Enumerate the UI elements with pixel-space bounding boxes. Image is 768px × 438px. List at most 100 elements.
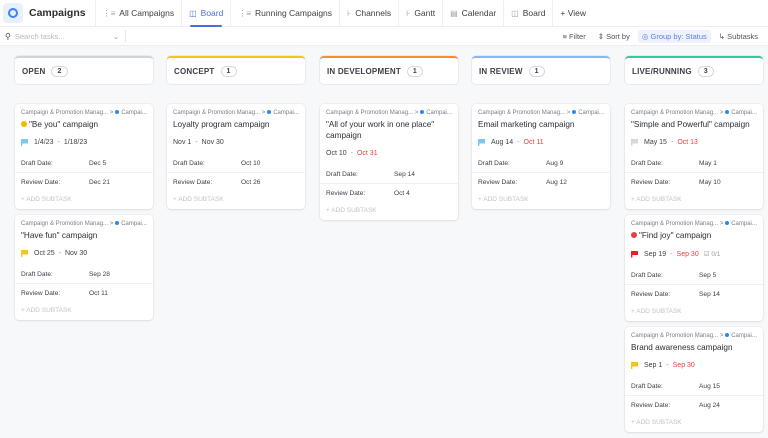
review-date-field[interactable]: Review Date:Aug 24: [625, 396, 763, 415]
breadcrumb-list: Campai...: [426, 110, 452, 116]
priority-flag-icon[interactable]: [478, 139, 485, 146]
breadcrumb[interactable]: Campaign & Promotion Manag... >Campai...: [625, 215, 763, 227]
breadcrumb[interactable]: Campaign & Promotion Manag... >Campai...: [167, 104, 305, 116]
task-title[interactable]: "All of your work in one place" campaign: [326, 119, 452, 141]
list-icon: ⋮≡: [103, 9, 116, 18]
task-card[interactable]: Campaign & Promotion Manag... >Campai...…: [320, 104, 458, 220]
priority-flag-icon[interactable]: [21, 139, 28, 146]
due-date: Nov 30: [65, 250, 87, 257]
date-range[interactable]: Sep 19- Sep 30 ☑ 0/1: [625, 241, 763, 258]
column-header[interactable]: IN DEVELOPMENT 1: [320, 56, 458, 84]
draft-date-field[interactable]: Draft Date:Dec 5: [15, 154, 153, 173]
draft-date-label: Draft Date:: [173, 160, 205, 167]
task-card[interactable]: Campaign & Promotion Manag... >Campai...…: [625, 104, 763, 209]
add-subtask-button[interactable]: + ADD SUBTASK: [167, 192, 305, 209]
draft-date-field[interactable]: Draft Date:May 1: [625, 154, 763, 173]
date-range[interactable]: Oct 10- Oct 31: [320, 141, 458, 157]
review-date-field[interactable]: Review Date:Dec 21: [15, 173, 153, 192]
task-title[interactable]: "Be you" campaign: [29, 119, 98, 130]
task-title[interactable]: Email marketing campaign: [478, 119, 574, 130]
date-range[interactable]: May 15- Oct 13: [625, 130, 763, 146]
review-date-value: Aug 24: [699, 402, 757, 409]
review-date-field[interactable]: Review Date:Oct 11: [15, 284, 153, 303]
priority-flag-icon[interactable]: [21, 250, 28, 257]
chevron-down-icon[interactable]: ⌄: [113, 32, 119, 41]
column-header[interactable]: LIVE/RUNNING 3: [625, 56, 763, 84]
date-range[interactable]: 1/4/23- 1/18/23: [15, 130, 153, 146]
column-count: 3: [698, 66, 714, 77]
start-date: May 15: [644, 139, 667, 146]
task-title[interactable]: "Simple and Powerful" campaign: [631, 119, 750, 130]
tab-gantt[interactable]: ⊦Gantt: [398, 0, 442, 27]
tab-board[interactable]: ◫Board: [181, 0, 230, 27]
group-by-button[interactable]: ◎ Group by: Status: [638, 30, 711, 43]
breadcrumb[interactable]: Campaign & Promotion Manag... >Campai...: [15, 104, 153, 116]
draft-date-field[interactable]: Draft Date:Sep 14: [320, 165, 458, 184]
draft-date-field[interactable]: Draft Date:Oct 10: [167, 154, 305, 173]
review-date-field[interactable]: Review Date:Oct 4: [320, 184, 458, 203]
list-icon: ⋮≡: [238, 9, 251, 18]
breadcrumb[interactable]: Campaign & Promotion Manag... >Campai...: [472, 104, 610, 116]
column-header[interactable]: CONCEPT 1: [167, 56, 305, 84]
tab-channels[interactable]: ⊦Channels: [339, 0, 398, 27]
draft-date-field[interactable]: Draft Date:Sep 5: [625, 266, 763, 285]
task-card[interactable]: Campaign & Promotion Manag... >Campai...…: [15, 104, 153, 209]
task-card[interactable]: Campaign & Promotion Manag... >Campai...…: [472, 104, 610, 209]
column-header[interactable]: IN REVIEW 1: [472, 56, 610, 84]
tab-calendar[interactable]: ▤Calendar: [442, 0, 503, 27]
tab-label: Channels: [355, 8, 391, 18]
due-date: Sep 30: [677, 251, 699, 258]
tab-running-campaigns[interactable]: ⋮≡Running Campaigns: [230, 0, 339, 27]
review-date-field[interactable]: Review Date:Sep 14: [625, 285, 763, 304]
draft-date-label: Draft Date:: [21, 271, 53, 278]
sort-button[interactable]: ⇕ Sort by: [594, 30, 634, 43]
add-subtask-button[interactable]: + ADD SUBTASK: [320, 203, 458, 220]
date-range[interactable]: Sep 1- Sep 30: [625, 353, 763, 369]
tab-board[interactable]: ◫Board: [503, 0, 552, 27]
tab-all-campaigns[interactable]: ⋮≡All Campaigns: [95, 0, 181, 27]
review-date-field[interactable]: Review Date:May 10: [625, 173, 763, 192]
draft-date-field[interactable]: Draft Date:Aug 15: [625, 377, 763, 396]
priority-flag-icon[interactable]: [631, 251, 638, 258]
review-date-field[interactable]: Review Date:Aug 12: [472, 173, 610, 192]
draft-date-field[interactable]: Draft Date:Sep 28: [15, 265, 153, 284]
subtasks-button[interactable]: ↳ Subtasks: [715, 30, 762, 43]
add-subtask-button[interactable]: + ADD SUBTASK: [625, 192, 763, 209]
add-subtask-button[interactable]: + ADD SUBTASK: [15, 303, 153, 320]
add-subtask-button[interactable]: + ADD SUBTASK: [625, 304, 763, 321]
review-date-field[interactable]: Review Date:Oct 26: [167, 173, 305, 192]
list-dot-icon: [725, 110, 729, 114]
task-title[interactable]: "Have fun" campaign: [21, 230, 97, 241]
task-title[interactable]: Loyalty program campaign: [173, 119, 269, 130]
date-range[interactable]: Nov 1- Nov 30: [167, 130, 305, 146]
subtask-count-label: 0/1: [711, 251, 720, 258]
date-range[interactable]: Aug 14- Oct 11: [472, 130, 610, 146]
add-subtask-button[interactable]: + ADD SUBTASK: [625, 415, 763, 432]
task-title[interactable]: "Find joy" campaign: [639, 230, 711, 241]
breadcrumb[interactable]: Campaign & Promotion Manag... >Campai...: [15, 215, 153, 227]
search-input[interactable]: ⚲ Search tasks... ⌄: [0, 30, 126, 42]
filter-button[interactable]: ≡ Filter: [559, 30, 590, 43]
add-subtask-button[interactable]: + ADD SUBTASK: [15, 192, 153, 209]
task-card[interactable]: Campaign & Promotion Manag... >Campai...…: [15, 215, 153, 320]
draft-date-field[interactable]: Draft Date:Aug 9: [472, 154, 610, 173]
task-title[interactable]: Brand awareness campaign: [631, 342, 733, 353]
task-card[interactable]: Campaign & Promotion Manag... >Campai...…: [625, 327, 763, 432]
search-placeholder: Search tasks...: [15, 32, 65, 41]
breadcrumb[interactable]: Campaign & Promotion Manag... >Campai...: [625, 327, 763, 339]
column-header[interactable]: OPEN 2: [15, 56, 153, 84]
breadcrumb-list: Campai...: [121, 221, 147, 227]
draft-date-value: May 1: [699, 160, 757, 167]
subtask-count[interactable]: ☑ 0/1: [704, 250, 721, 258]
priority-flag-icon[interactable]: [631, 362, 638, 369]
tab--view[interactable]: + View: [552, 0, 593, 27]
tab-label: Gantt: [414, 8, 435, 18]
priority-flag-icon[interactable]: [631, 139, 638, 146]
breadcrumb[interactable]: Campaign & Promotion Manag... >Campai...: [320, 104, 458, 116]
date-range[interactable]: Oct 25- Nov 30: [15, 241, 153, 257]
breadcrumb[interactable]: Campaign & Promotion Manag... >Campai...: [625, 104, 763, 116]
add-subtask-button[interactable]: + ADD SUBTASK: [472, 192, 610, 209]
start-date: 1/4/23: [34, 139, 53, 146]
task-card[interactable]: Campaign & Promotion Manag... >Campai...…: [167, 104, 305, 209]
task-card[interactable]: Campaign & Promotion Manag... >Campai...…: [625, 215, 763, 321]
